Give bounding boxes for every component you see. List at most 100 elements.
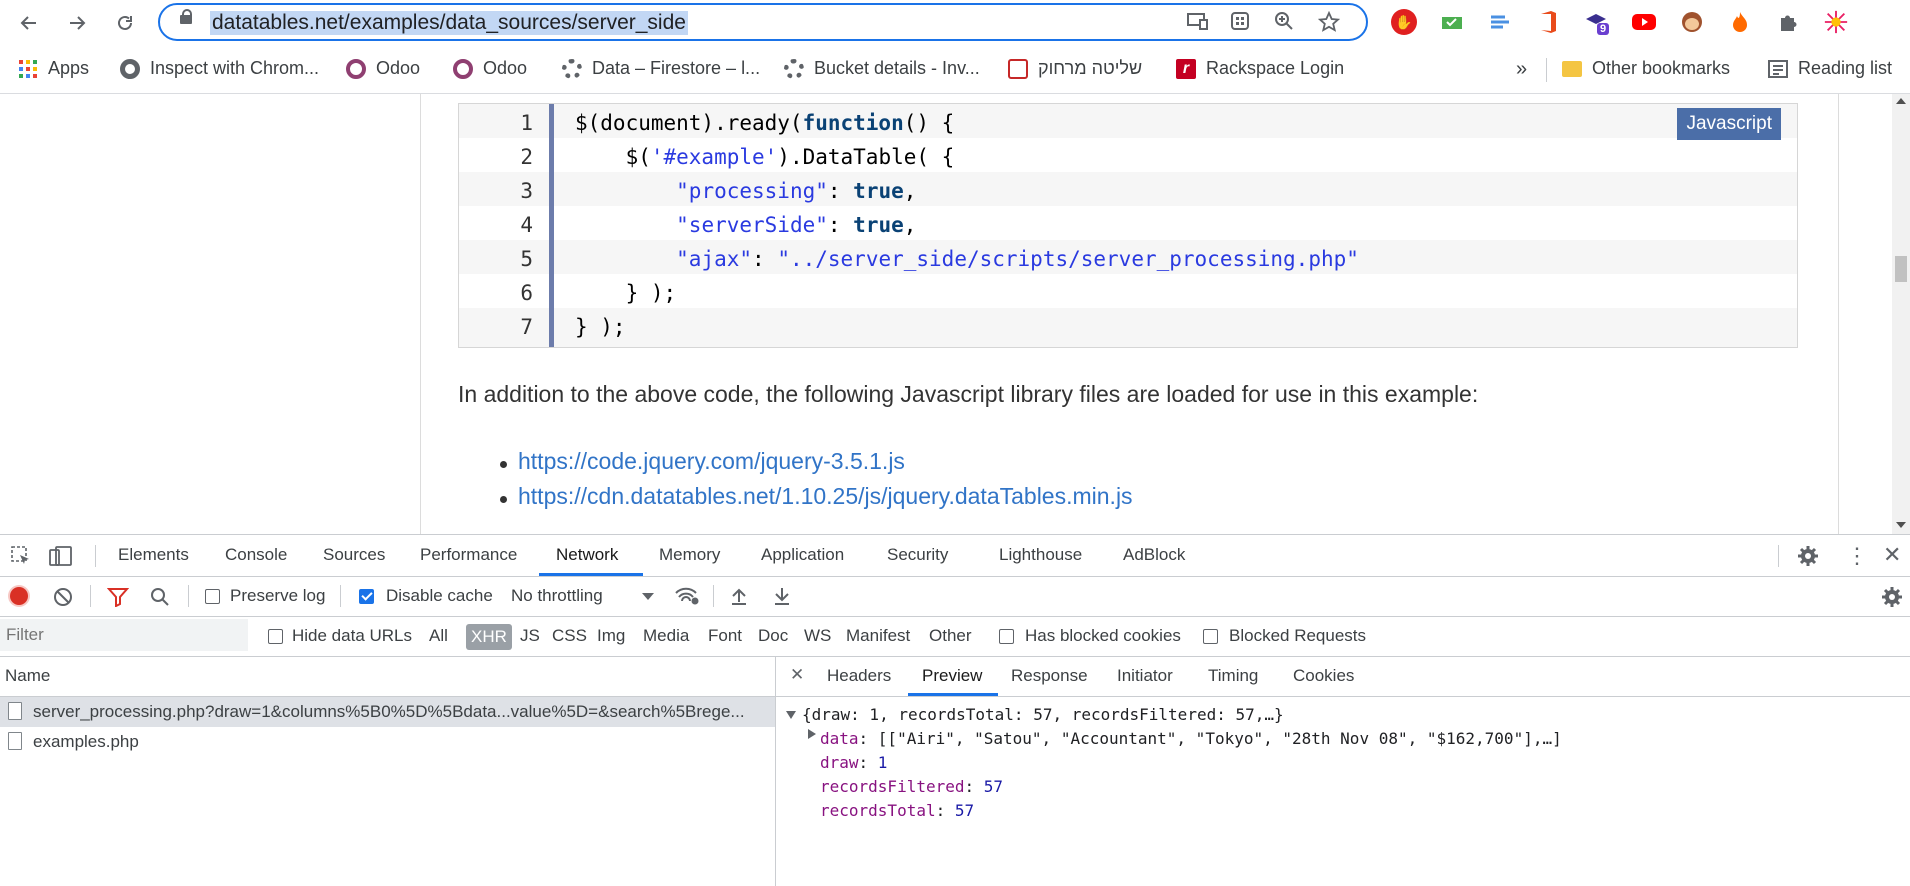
hide-data-urls-label[interactable]: Hide data URLs	[292, 626, 412, 646]
collapsed-triangle-icon[interactable]	[808, 729, 816, 739]
throttling-select[interactable]: No throttling	[511, 586, 603, 606]
preview-data-row[interactable]: data: [["Airi", "Satou", "Accountant", "…	[820, 729, 1562, 748]
scrollbar-thumb[interactable]	[1895, 256, 1907, 282]
flow-extension-icon[interactable]	[1487, 9, 1513, 35]
tab-sources[interactable]: Sources	[323, 545, 385, 565]
tab-network[interactable]: Network	[556, 545, 618, 565]
bookmark-firestore[interactable]: Data – Firestore – l...	[562, 58, 760, 79]
zoom-icon[interactable]	[1274, 11, 1294, 37]
tab-cookies[interactable]: Cookies	[1293, 666, 1354, 686]
tab-headers[interactable]: Headers	[827, 666, 891, 686]
bookmark-rackspace[interactable]: r Rackspace Login	[1176, 58, 1344, 79]
library-link-jquery[interactable]: https://code.jquery.com/jquery-3.5.1.js	[518, 448, 905, 475]
rackspace-icon: r	[1176, 58, 1196, 79]
inspect-element-icon[interactable]	[10, 545, 32, 572]
tab-security[interactable]: Security	[887, 545, 948, 565]
disable-cache-label[interactable]: Disable cache	[386, 586, 493, 606]
disable-cache-checkbox[interactable]	[359, 589, 374, 604]
extensions-puzzle-icon[interactable]	[1775, 9, 1801, 35]
other-bookmarks[interactable]: Other bookmarks	[1562, 58, 1730, 79]
type-filter-css[interactable]: CSS	[552, 626, 587, 646]
network-conditions-icon[interactable]	[674, 585, 700, 612]
bookmarks-overflow-button[interactable]: »	[1516, 58, 1527, 81]
chevron-down-icon[interactable]	[642, 593, 654, 600]
type-filter-doc[interactable]: Doc	[758, 626, 788, 646]
back-button[interactable]	[14, 8, 44, 38]
scroll-down-arrow-icon[interactable]	[1896, 522, 1906, 528]
preserve-log-checkbox[interactable]	[205, 589, 220, 604]
checklist-extension-icon[interactable]	[1439, 9, 1465, 35]
filter-funnel-icon[interactable]	[106, 587, 130, 612]
office-extension-icon[interactable]	[1535, 9, 1561, 35]
address-bar[interactable]: datatables.net/examples/data_sources/ser…	[158, 3, 1368, 41]
tab-application[interactable]: Application	[761, 545, 844, 565]
name-column-header[interactable]: Name	[5, 666, 50, 686]
tab-elements[interactable]: Elements	[118, 545, 189, 565]
bookmark-star-icon[interactable]	[1317, 10, 1341, 39]
bookmark-remote-control[interactable]: שליטה מרחוק	[1008, 58, 1142, 79]
record-icon[interactable]	[10, 587, 28, 605]
settings-gear-icon[interactable]	[1797, 545, 1819, 572]
tab-performance[interactable]: Performance	[420, 545, 517, 565]
fire-extension-icon[interactable]	[1727, 9, 1753, 35]
qr-code-icon[interactable]	[1230, 11, 1250, 37]
filter-input[interactable]	[0, 619, 248, 651]
bookmark-bucket[interactable]: Bucket details - Inv...	[784, 58, 980, 79]
library-link-datatables[interactable]: https://cdn.datatables.net/1.10.25/js/jq…	[518, 483, 1133, 510]
preserve-log-label[interactable]: Preserve log	[230, 586, 325, 606]
tab-memory[interactable]: Memory	[659, 545, 720, 565]
type-filter-all[interactable]: All	[429, 626, 448, 646]
cast-icon[interactable]	[1186, 11, 1208, 37]
request-row[interactable]: examples.php	[0, 727, 775, 757]
type-filter-other[interactable]: Other	[929, 626, 972, 646]
type-filter-img[interactable]: Img	[597, 626, 625, 646]
bookmark-apps[interactable]: Apps	[18, 58, 89, 79]
tab-console[interactable]: Console	[225, 545, 287, 565]
profile-avatar-icon[interactable]	[1823, 9, 1849, 35]
type-filter-font[interactable]: Font	[708, 626, 742, 646]
search-icon[interactable]	[150, 587, 170, 612]
page-scrollbar[interactable]	[1892, 94, 1910, 534]
close-detail-icon[interactable]: ✕	[790, 665, 804, 685]
url-text[interactable]: datatables.net/examples/data_sources/ser…	[210, 11, 688, 35]
type-filter-js[interactable]: JS	[520, 626, 540, 646]
clear-icon[interactable]	[53, 587, 73, 612]
hide-data-urls-checkbox[interactable]	[268, 629, 283, 644]
monkey-extension-icon[interactable]	[1679, 9, 1705, 35]
type-filter-media[interactable]: Media	[643, 626, 689, 646]
blocked-requests-label[interactable]: Blocked Requests	[1229, 626, 1366, 646]
close-devtools-icon[interactable]: ✕	[1883, 542, 1901, 568]
import-har-icon[interactable]	[730, 586, 748, 611]
graduation-extension-icon[interactable]: 9	[1583, 9, 1610, 35]
has-blocked-cookies-checkbox[interactable]	[999, 629, 1014, 644]
tab-lighthouse[interactable]: Lighthouse	[999, 545, 1082, 565]
forward-button[interactable]	[62, 8, 92, 38]
type-filter-ws[interactable]: WS	[804, 626, 831, 646]
type-filter-xhr[interactable]: XHR	[466, 624, 512, 650]
tab-timing[interactable]: Timing	[1208, 666, 1258, 686]
scroll-up-arrow-icon[interactable]	[1896, 98, 1906, 104]
export-har-icon[interactable]	[773, 586, 791, 611]
reload-button[interactable]	[110, 8, 140, 38]
tab-initiator[interactable]: Initiator	[1117, 666, 1173, 686]
divider	[90, 585, 91, 607]
bookmark-inspect[interactable]: Inspect with Chrom...	[120, 58, 319, 79]
request-row[interactable]: server_processing.php?draw=1&columns%5B0…	[0, 697, 775, 727]
device-toolbar-icon[interactable]	[49, 545, 73, 572]
blocked-requests-checkbox[interactable]	[1203, 629, 1218, 644]
tab-preview[interactable]: Preview	[922, 666, 982, 686]
bookmark-odoo-1[interactable]: Odoo	[346, 58, 420, 79]
network-settings-gear-icon[interactable]	[1881, 586, 1903, 613]
expand-triangle-icon[interactable]	[786, 711, 796, 719]
preview-summary[interactable]: {draw: 1, recordsTotal: 57, recordsFilte…	[802, 705, 1284, 724]
has-blocked-cookies-label[interactable]: Has blocked cookies	[1025, 626, 1181, 646]
tab-adblock[interactable]: AdBlock	[1123, 545, 1185, 565]
bookmark-odoo-2[interactable]: Odoo	[453, 58, 527, 79]
adblock-extension-icon[interactable]: ✋	[1391, 9, 1417, 35]
type-filter-manifest[interactable]: Manifest	[846, 626, 910, 646]
more-options-icon[interactable]: ⋮	[1846, 543, 1868, 569]
youtube-extension-icon[interactable]	[1631, 9, 1657, 35]
bookmark-label: Inspect with Chrom...	[150, 58, 320, 78]
tab-response[interactable]: Response	[1011, 666, 1088, 686]
reading-list[interactable]: Reading list	[1768, 58, 1892, 79]
